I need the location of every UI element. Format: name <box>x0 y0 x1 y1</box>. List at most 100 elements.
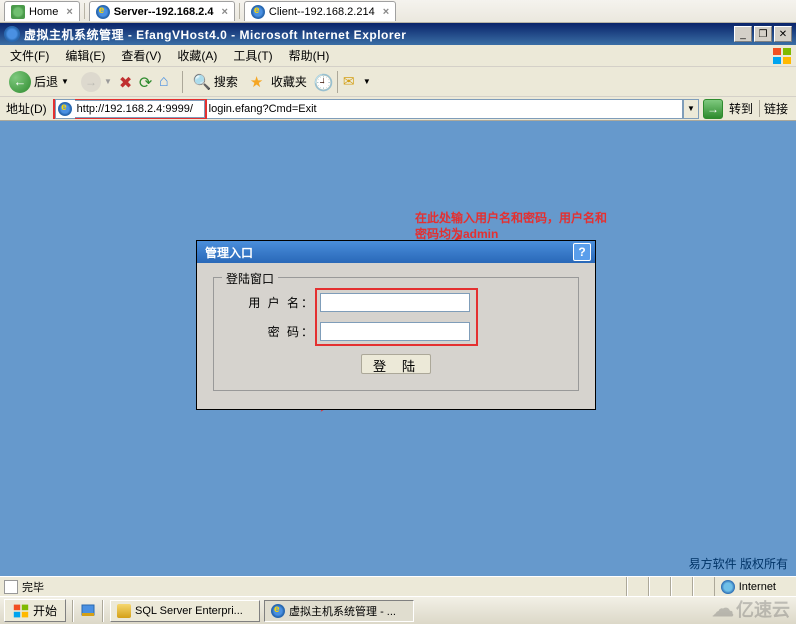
start-button[interactable]: 开始 <box>4 599 66 622</box>
url-highlight-box <box>53 99 207 119</box>
password-label: 密 码： <box>230 323 315 340</box>
tab-label: Server--192.168.2.4 <box>114 6 214 18</box>
url-dropdown-icon[interactable]: ▼ <box>683 99 699 119</box>
close-icon[interactable]: × <box>221 6 227 18</box>
page-content: 在此处输入用户名和密码，用户名和密码均为admin 管理入口 ? 登陆窗口 用 … <box>0 121 796 576</box>
url-input-highlighted[interactable] <box>75 100 205 118</box>
maximize-button[interactable]: ❐ <box>754 26 772 42</box>
zone-text: Internet <box>739 581 776 593</box>
menu-view[interactable]: 查看(V) <box>115 45 167 66</box>
favorites-label: 收藏夹 <box>271 73 307 90</box>
stop-icon[interactable]: ✖ <box>119 73 137 91</box>
copyright-text: 易方软件 版权所有 <box>689 555 788 572</box>
window-title-bar: 虚拟主机系统管理 - EfangVHost4.0 - Microsoft Int… <box>0 23 796 45</box>
menu-favorites[interactable]: 收藏(A) <box>171 45 223 66</box>
ie-icon <box>58 102 72 116</box>
tab-server[interactable]: Server--192.168.2.4 × <box>89 1 235 21</box>
links-label[interactable]: 链接 <box>759 100 792 117</box>
sql-icon <box>117 604 131 618</box>
tab-label: Home <box>29 6 58 18</box>
tab-home[interactable]: Home × <box>4 1 80 21</box>
tab-separator <box>239 3 240 19</box>
menu-edit[interactable]: 编辑(E) <box>59 45 111 66</box>
home-icon[interactable]: ⌂ <box>159 73 177 91</box>
cloud-icon: ☁ <box>712 596 734 622</box>
status-text: 完毕 <box>22 579 44 595</box>
status-cell <box>671 577 693 596</box>
history-icon[interactable]: 🕘 <box>314 73 332 91</box>
watermark: ☁ 亿速云 <box>712 596 790 622</box>
show-desktop-icon[interactable] <box>80 603 96 619</box>
search-label: 搜索 <box>214 73 238 90</box>
go-button[interactable]: → <box>703 99 723 119</box>
taskbar-item-sql[interactable]: SQL Server Enterpri... <box>110 600 260 622</box>
windows-logo-icon <box>13 603 29 619</box>
address-label: 地址(D) <box>4 100 49 117</box>
minimize-button[interactable]: _ <box>734 26 752 42</box>
panel-title-bar: 管理入口 ? <box>197 241 595 263</box>
taskbar: 开始 SQL Server Enterpri... 虚拟主机系统管理 - ...… <box>0 596 796 624</box>
forward-arrow-icon: → <box>81 72 101 92</box>
annotation-text: 在此处输入用户名和密码，用户名和密码均为admin <box>415 210 615 242</box>
status-cell <box>649 577 671 596</box>
start-label: 开始 <box>33 602 57 619</box>
login-button[interactable]: 登 陆 <box>361 354 431 374</box>
taskbar-item-label: SQL Server Enterpri... <box>135 605 243 617</box>
ie-icon <box>4 26 20 42</box>
username-label: 用 户 名： <box>230 294 315 311</box>
forward-button[interactable]: → ▼ <box>76 70 117 94</box>
ie-icon <box>251 5 265 19</box>
ie-icon <box>96 5 110 19</box>
watermark-text: 亿速云 <box>736 596 790 622</box>
close-icon[interactable]: × <box>383 6 389 18</box>
tab-client[interactable]: Client--192.168.2.214 × <box>244 1 396 21</box>
username-input[interactable] <box>320 293 470 312</box>
taskbar-separator <box>72 600 74 622</box>
refresh-icon[interactable]: ⟳ <box>139 73 157 91</box>
toolbar-separator <box>337 71 338 93</box>
search-icon: 🔍 <box>193 73 211 91</box>
status-cell <box>627 577 649 596</box>
tab-label: Client--192.168.2.214 <box>269 6 375 18</box>
menu-tools[interactable]: 工具(T) <box>227 45 278 66</box>
password-input[interactable] <box>320 322 470 341</box>
fieldset-legend: 登陆窗口 <box>222 270 278 287</box>
menu-bar: 文件(F) 编辑(E) 查看(V) 收藏(A) 工具(T) 帮助(H) <box>0 45 796 67</box>
taskbar-item-vhost[interactable]: 虚拟主机系统管理 - ... <box>264 600 414 622</box>
address-bar: 地址(D) ▼ → 转到 链接 <box>0 97 796 121</box>
login-panel: 管理入口 ? 登陆窗口 用 户 名： 密 码： 登 陆 <box>196 240 596 410</box>
status-cell <box>693 577 715 596</box>
windows-logo-icon <box>772 47 792 65</box>
ie-icon <box>271 604 285 618</box>
taskbar-item-label: 虚拟主机系统管理 - ... <box>289 603 396 619</box>
globe-icon <box>721 580 735 594</box>
menu-file[interactable]: 文件(F) <box>4 45 55 66</box>
url-input[interactable] <box>207 99 683 119</box>
status-bar: 完毕 Internet <box>0 576 796 596</box>
chevron-down-icon[interactable]: ▼ <box>363 77 371 86</box>
page-icon <box>4 580 18 594</box>
chevron-down-icon: ▼ <box>61 77 69 86</box>
browser-tabs: Home × Server--192.168.2.4 × Client--192… <box>0 0 796 23</box>
menu-help[interactable]: 帮助(H) <box>283 45 336 66</box>
close-button[interactable]: ✕ <box>774 26 792 42</box>
window-title: 虚拟主机系统管理 - EfangVHost4.0 - Microsoft Int… <box>24 26 734 43</box>
chevron-down-icon: ▼ <box>104 77 112 86</box>
go-label: 转到 <box>727 100 755 117</box>
login-fieldset: 登陆窗口 用 户 名： 密 码： 登 陆 <box>213 277 579 391</box>
taskbar-separator <box>102 600 104 622</box>
close-icon[interactable]: × <box>66 6 72 18</box>
search-button[interactable]: 🔍 搜索 <box>188 71 243 93</box>
input-highlight-box <box>315 288 478 346</box>
favorites-button[interactable]: ★ 收藏夹 <box>245 71 312 93</box>
help-button[interactable]: ? <box>573 243 591 261</box>
back-label: 后退 <box>34 73 58 90</box>
panel-title: 管理入口 <box>205 244 253 261</box>
mail-icon[interactable]: ✉ <box>343 73 361 91</box>
toolbar-separator <box>182 71 183 93</box>
toolbar: ← 后退 ▼ → ▼ ✖ ⟳ ⌂ 🔍 搜索 ★ 收藏夹 🕘 ✉ ▼ <box>0 67 796 97</box>
back-arrow-icon: ← <box>9 71 31 93</box>
star-icon: ★ <box>250 73 268 91</box>
back-button[interactable]: ← 后退 ▼ <box>4 69 74 95</box>
home-icon <box>11 5 25 19</box>
